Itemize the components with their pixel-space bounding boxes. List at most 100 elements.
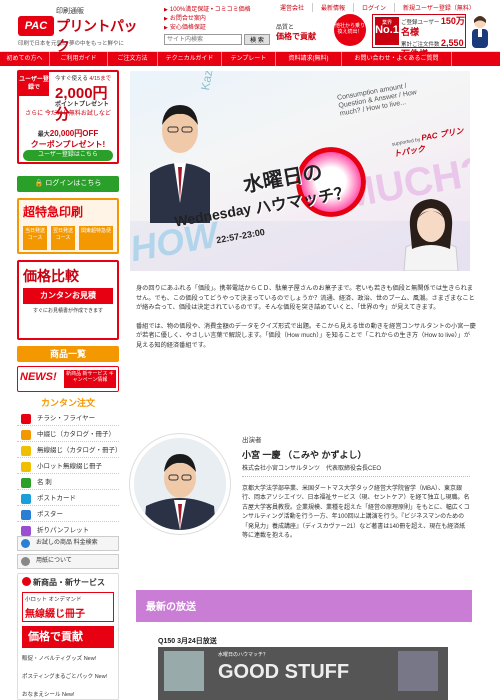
user-register-button[interactable]: ユーザー登録はこちら xyxy=(23,150,113,161)
name-sticker-link[interactable]: おなまえシール New! xyxy=(22,690,75,698)
latest-broadcast-heading: 最新の放送 xyxy=(146,602,196,613)
thumbnail-big-text: GOOD STUFF xyxy=(218,661,350,683)
easy-estimate: カンタンお見積 xyxy=(23,288,113,304)
nav-contact-faq[interactable]: お問い合わせ・よくあるご質問 xyxy=(342,52,452,66)
main-nav: 初めての方へ ご利用ガイド ご注文方法 テクニカルガイド テンプレート 資料請求… xyxy=(0,52,500,66)
express-title: 超特急印刷 xyxy=(23,205,84,219)
top-link-login[interactable]: ログイン xyxy=(353,3,394,12)
user-reg-tag: ユーザー登録で xyxy=(19,72,49,96)
nav-order-method[interactable]: ご注文方法 xyxy=(108,52,158,66)
news-banner[interactable]: NEWS! 新商品 新サービス キャンペーン情報 xyxy=(17,366,119,392)
show-hero-banner: HOW MUCH? Consumption amount / Question … xyxy=(130,71,470,271)
cast-info: 出演者 小宮 一慶 （こみや かずよし） 株式会社小宮コンサルタンツ 代表取締役… xyxy=(242,434,470,541)
user-registration-promo[interactable]: ユーザー登録で 今すぐ使える 4/15まで 2,000円分 ポイントプレゼント … xyxy=(17,70,119,164)
product-postcard[interactable]: ポストカード xyxy=(17,492,119,506)
site-logo[interactable]: 印刷通販 PAC プリントパック 印刷で日本を元気に 夢の中をもっと鮮やに xyxy=(18,6,144,54)
user-reg-additional: さらに 今だけ！無料お試しなど xyxy=(25,111,111,117)
login-button[interactable]: 🔒 ログインはこちら xyxy=(17,176,119,192)
site-search: 検 索 xyxy=(164,34,270,46)
top-link-register[interactable]: 新規ユーザー登録（無料） xyxy=(394,3,483,12)
header-feature-links: 100%満足保証 • コミコミ価格 お問合せ案内 安心価格保証 xyxy=(164,6,251,33)
top-utility-links: 運営会社 最新情報 ログイン 新規ユーザー登録（無料） xyxy=(272,3,483,12)
quality-promo: 品質と 価格で貢献 xyxy=(276,22,316,42)
product-business-card[interactable]: 名 刺 xyxy=(17,476,119,490)
booklet-icon xyxy=(21,430,31,440)
book-icon xyxy=(21,462,31,472)
news-label: NEWS! xyxy=(20,371,57,383)
pamphlet-icon xyxy=(21,526,31,536)
postcard-icon xyxy=(21,494,31,504)
logo-subtitle: 印刷通販 xyxy=(56,8,84,15)
product-flyer[interactable]: チラシ・フライヤー xyxy=(17,412,119,426)
cast-section: 出演者 小宮 一慶 （こみや かずよし） 株式会社小宮コンサルタンツ 代表取締役… xyxy=(130,434,470,550)
logo-text: プリントパック xyxy=(56,18,138,54)
cast-divider xyxy=(242,476,470,477)
paper-info-link[interactable]: 用紙について xyxy=(17,554,119,569)
nav-technical-guide[interactable]: テクニカルガイド xyxy=(158,52,222,66)
news-sub: 新商品 新サービス キャンペーン情報 xyxy=(64,370,116,388)
novelty-goods-link[interactable]: 販促・ノベルティグッズ New! xyxy=(22,654,96,662)
site-header: 印刷通販 PAC プリントパック 印刷で日本を元気に 夢の中をもっと鮮やに 10… xyxy=(0,0,500,59)
header-link-contact[interactable]: お問合せ案内 xyxy=(164,15,251,24)
product-poster[interactable]: ポスター xyxy=(17,508,119,522)
episode-title[interactable]: Q150 3月24日放送 xyxy=(158,636,217,646)
logo-tagline: 印刷で日本を元気に 夢の中をもっと鮮やに xyxy=(18,41,125,47)
header-link-price-guarantee[interactable]: 安心価格保証 xyxy=(164,24,251,33)
host-portrait xyxy=(150,105,210,223)
user-reg-coupon: 最大20,000円OFF クーポンプレゼント! xyxy=(30,129,106,149)
show-title: 水曜日の ハウマッチ？ xyxy=(238,143,378,223)
trial-price-search[interactable]: お試しの商品 料金検索 xyxy=(17,536,119,551)
price-compare-title: 価格比較 xyxy=(23,268,79,284)
small-lot-binding-banner[interactable]: 小ロット オンデマンド 無線綴じ冊子 xyxy=(22,592,114,622)
latest-broadcast-header: 最新の放送 xyxy=(136,590,472,622)
cast-photo xyxy=(130,434,230,534)
nav-templates[interactable]: テンプレート xyxy=(222,52,276,66)
estimate-desc: すぐにお見積書が作成できます xyxy=(32,308,103,314)
product-saddle-stitch[interactable]: 中綴じ（カタログ・冊子） xyxy=(17,428,119,442)
easy-order-heading: カンタン注文 xyxy=(40,398,95,408)
nav-beginners[interactable]: 初めての方へ xyxy=(0,52,50,66)
assistant-portrait xyxy=(403,199,459,271)
express-printing-banner[interactable]: 超特急印刷 当日発送コース 翌日発送コース 関東超特急便 xyxy=(17,198,119,254)
posting-pack-link[interactable]: ポスティングまるごとパック New! xyxy=(22,672,107,680)
switch-promo-badge: 他社から乗り換え続出！ xyxy=(334,14,366,46)
cast-name: 小宮 一慶 （こみや かずよし） xyxy=(242,450,367,460)
express-same-day: 当日発送コース xyxy=(23,226,47,250)
quality-big: 価格で貢献 xyxy=(276,32,316,41)
search-input[interactable] xyxy=(164,34,242,45)
logo-mark: PAC xyxy=(18,16,54,36)
lock-icon: 🔒 xyxy=(34,180,46,187)
no1-promo: 業界 No.1 ご登録ユーザー 150万名様 累計ご注文件数 2,550万件様 xyxy=(372,14,466,59)
price-compare-banner[interactable]: 価格比較 カンタンお見積 すぐにお見積書が作成できます xyxy=(17,260,119,340)
new-services-heading: 新商品・新サービス xyxy=(22,577,105,588)
new-services-panel: 新商品・新サービス 小ロット オンデマンド 無線綴じ冊子 価格で貢献 販促・ノベ… xyxy=(17,573,119,700)
search-icon xyxy=(21,539,30,548)
product-list-button[interactable]: 商品一覧 xyxy=(17,346,119,362)
search-button[interactable]: 検 索 xyxy=(244,34,270,45)
nav-guide[interactable]: ご利用ガイド xyxy=(50,52,108,66)
cast-bio: 京都大学法学部卒業、米国ダートマス大学タック経営大学院留学（MBA）、東京銀行、… xyxy=(242,486,470,540)
show-description: 身の回りにあふれる「価段」。携帯電話からＣＤ、駄菓子屋さんのお菓子まで。老いも若… xyxy=(136,284,476,360)
no1-big: No.1 xyxy=(375,24,399,36)
paper-icon xyxy=(21,557,30,566)
header-link-satisfaction[interactable]: 100%満足保証 • コミコミ価格 xyxy=(164,6,251,15)
card-icon xyxy=(21,478,31,488)
staff-illustration xyxy=(472,16,488,48)
top-link-news[interactable]: 最新情報 xyxy=(312,3,353,12)
flyer-icon xyxy=(21,414,31,424)
product-small-lot-binding[interactable]: 小ロット無線綴じ冊子 xyxy=(17,460,119,474)
nav-request-materials[interactable]: 資料請求(無料) xyxy=(276,52,342,66)
description-paragraph-2: 番組では、物の価段や、消費金額のデータをクイズ形式で出題。そこから見える世の動き… xyxy=(136,322,476,349)
cast-label: 出演者 xyxy=(242,437,262,444)
thumbnail-caption: 水曜日のハウマッチ？ xyxy=(218,652,269,658)
book-icon xyxy=(21,446,31,456)
top-link-company[interactable]: 運営会社 xyxy=(272,3,312,12)
poster-icon xyxy=(21,510,31,520)
episode-thumbnail[interactable]: 水曜日のハウマッチ？ GOOD STUFF xyxy=(158,647,448,700)
price-contribution-banner[interactable]: 価格で貢献 xyxy=(22,626,114,648)
cast-title: 株式会社小宮コンサルタンツ 代表取締役会長CEO xyxy=(242,466,382,472)
no1-badge: 業界 No.1 xyxy=(375,17,399,45)
cast-portrait xyxy=(134,438,226,530)
no1-users-label: ご登録ユーザー xyxy=(401,20,440,26)
product-perfect-binding[interactable]: 無線綴じ（カタログ・冊子） xyxy=(17,444,122,458)
